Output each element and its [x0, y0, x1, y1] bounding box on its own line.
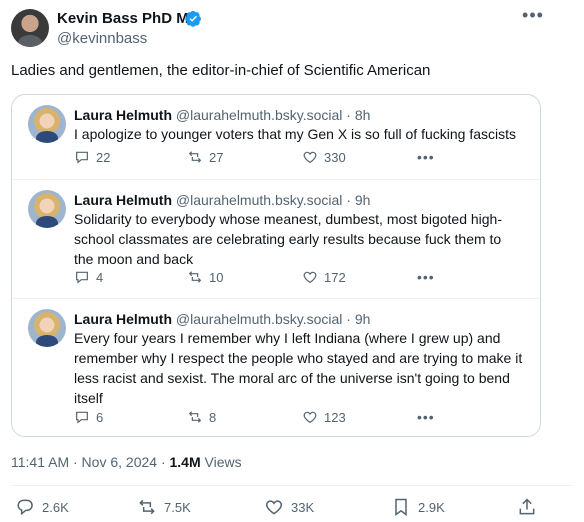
author-handle[interactable]: @kevinnbass [57, 30, 147, 47]
repost-button[interactable]: 10 [187, 269, 223, 285]
like-count: 330 [324, 149, 346, 165]
quoted-handle-time: @laurahelmuth.bsky.social · 9h [172, 311, 371, 327]
quoted-text: I apologize to younger voters that my Ge… [74, 126, 516, 142]
quoted-actions: 22 27 330 ••• [74, 149, 454, 167]
repost-count: 10 [209, 269, 224, 285]
like-button[interactable]: 172 [302, 269, 346, 285]
quoted-name[interactable]: Laura Helmuth [74, 311, 172, 327]
quoted-avatar[interactable] [28, 105, 66, 143]
reply-count: 22 [96, 149, 111, 165]
reply-button[interactable]: 6 [74, 409, 103, 425]
like-button[interactable]: 33K [264, 497, 314, 517]
quoted-posts-card[interactable]: Laura Helmuth @laurahelmuth.bsky.social … [11, 94, 541, 437]
bookmark-button[interactable]: 2.9K [391, 497, 445, 517]
quoted-handle-time: @laurahelmuth.bsky.social · 9h [172, 192, 371, 208]
reply-button[interactable]: 2.6K [15, 497, 69, 517]
quoted-actions: 4 10 172 ••• [74, 269, 454, 287]
heart-icon [265, 500, 283, 515]
tweet-text: Ladies and gentlemen, the editor-in-chie… [11, 62, 431, 79]
quoted-avatar[interactable] [28, 190, 66, 228]
repost-icon [188, 271, 202, 283]
quoted-handle-time: @laurahelmuth.bsky.social · 8h [172, 107, 371, 123]
verified-badge-icon [185, 10, 201, 27]
like-button[interactable]: 330 [302, 149, 346, 165]
tweet-timestamp: 11:41 AM · Nov 6, 2024 · 1.4M Views [11, 454, 242, 470]
quoted-name[interactable]: Laura Helmuth [74, 107, 172, 123]
quoted-actions: 6 8 123 ••• [74, 409, 454, 427]
author-name[interactable]: Kevin Bass PhD MS [57, 10, 199, 27]
quoted-text: Every four years I remember why I left I… [74, 330, 523, 406]
bookmark-icon [395, 498, 407, 516]
author-avatar[interactable] [11, 9, 49, 47]
bookmark-count: 2.9K [418, 499, 445, 515]
quoted-name[interactable]: Laura Helmuth [74, 192, 172, 208]
quoted-post[interactable]: Laura Helmuth @laurahelmuth.bsky.social … [12, 180, 540, 299]
share-icon [519, 498, 535, 515]
reply-button[interactable]: 4 [74, 269, 103, 285]
share-button[interactable] [517, 497, 537, 517]
like-count: 172 [324, 269, 346, 285]
quoted-header: Laura Helmuth @laurahelmuth.bsky.social … [74, 311, 370, 327]
reply-button[interactable]: 22 [74, 149, 110, 165]
repost-button[interactable]: 27 [187, 149, 223, 165]
repost-button[interactable]: 8 [187, 409, 216, 425]
quoted-header: Laura Helmuth @laurahelmuth.bsky.social … [74, 107, 370, 123]
heart-icon [303, 271, 317, 284]
like-count: 33K [291, 499, 315, 515]
reply-icon [76, 271, 88, 284]
quoted-text: Solidarity to everybody whose meanest, d… [74, 211, 503, 267]
quoted-post[interactable]: Laura Helmuth @laurahelmuth.bsky.social … [12, 95, 540, 180]
reply-count: 4 [96, 269, 104, 285]
repost-count: 7.5K [164, 499, 191, 515]
more-icon[interactable]: ••• [417, 269, 435, 285]
tweet-actions-bar: 2.6K 7.5K 33K 2.9K [11, 497, 551, 519]
more-icon[interactable]: ••• [417, 149, 435, 165]
tweet-header: Kevin Bass PhD MS @kevinnbass ••• [11, 6, 573, 49]
quoted-post[interactable]: Laura Helmuth @laurahelmuth.bsky.social … [12, 299, 540, 436]
quoted-avatar[interactable] [28, 309, 66, 347]
heart-icon [303, 151, 317, 164]
views-count: 1.4M [169, 454, 201, 470]
repost-count: 27 [209, 149, 224, 165]
repost-button[interactable]: 7.5K [137, 497, 191, 517]
like-count: 123 [324, 409, 346, 425]
heart-icon [303, 411, 317, 424]
divider [11, 485, 573, 486]
views-label: Views [200, 454, 242, 470]
more-icon[interactable]: ••• [521, 6, 545, 27]
reply-icon [76, 411, 88, 424]
more-icon[interactable]: ••• [417, 409, 435, 425]
quoted-header: Laura Helmuth @laurahelmuth.bsky.social … [74, 192, 370, 208]
reply-count: 6 [96, 409, 104, 425]
repost-icon [139, 499, 155, 515]
like-button[interactable]: 123 [302, 409, 346, 425]
reply-count: 2.6K [42, 499, 69, 515]
repost-icon [188, 411, 202, 423]
reply-icon [76, 151, 88, 164]
repost-count: 8 [209, 409, 217, 425]
reply-icon [17, 499, 33, 516]
timestamp-time[interactable]: 11:41 AM · Nov 6, 2024 · [11, 454, 170, 470]
repost-icon [188, 151, 202, 163]
